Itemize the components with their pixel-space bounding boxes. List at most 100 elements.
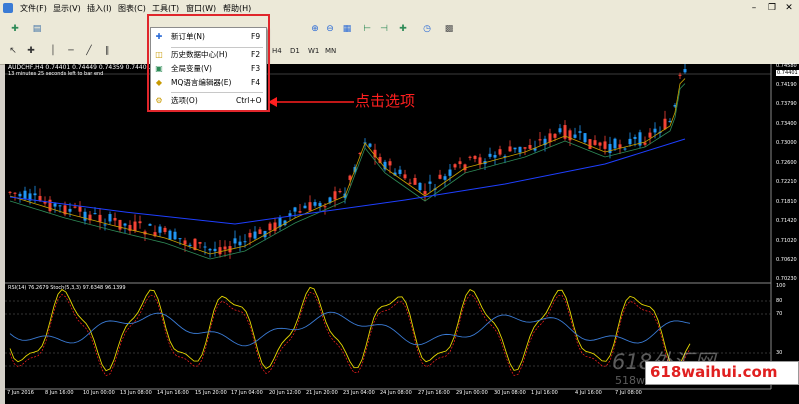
candle <box>33 193 37 196</box>
candle <box>108 214 112 222</box>
candle <box>513 147 517 150</box>
time-tick: 8 Jun 16:00 <box>45 390 74 396</box>
candle <box>548 133 552 143</box>
chart-shift-icon[interactable]: ⊢ <box>360 22 374 36</box>
menu-file[interactable]: 文件(F) <box>20 3 47 14</box>
candle <box>583 133 587 143</box>
price-tick: 0.73400 <box>776 121 797 127</box>
menu-insert[interactable]: 插入(I) <box>87 3 112 14</box>
menu-item-label: 选项(O) <box>171 96 198 105</box>
candle <box>683 69 687 73</box>
candle <box>53 203 57 207</box>
candle <box>173 231 177 240</box>
candle <box>428 181 432 184</box>
candle <box>663 118 667 130</box>
menu-item-shortcut: F2 <box>251 50 261 59</box>
trendline-icon[interactable]: ╱ <box>82 44 96 58</box>
candle <box>623 148 627 150</box>
time-tick: 21 Jun 20:00 <box>306 390 338 396</box>
menu-tools[interactable]: 工具(T) <box>152 3 179 14</box>
candle <box>463 164 467 171</box>
current-price-label: 0.74401 <box>776 70 799 76</box>
candle <box>333 191 337 200</box>
price-tick: 0.70620 <box>776 257 797 263</box>
candle <box>558 128 562 133</box>
candle <box>163 227 167 232</box>
candle <box>103 224 107 226</box>
menu-charts[interactable]: 图表(C) <box>118 3 146 14</box>
tile-windows-icon[interactable]: ▦ <box>340 22 354 36</box>
timeframe-w1[interactable]: W1 <box>306 45 321 57</box>
mid-ma-line <box>9 83 686 260</box>
vertical-line-icon[interactable]: │ <box>46 44 60 58</box>
candle <box>643 142 647 145</box>
price-tick: 0.71420 <box>776 218 797 224</box>
toolbar-row-1: ✚ ▤ ⊕ ⊖ ▦ ⊢ ⊣ ✚ ◷ ▩ <box>0 19 799 39</box>
candle <box>243 241 247 243</box>
candle <box>313 202 317 206</box>
zoom-out-icon[interactable]: ⊖ <box>323 22 337 36</box>
close-icon[interactable]: ✕ <box>783 2 795 14</box>
candle <box>118 219 122 230</box>
candle <box>498 149 502 155</box>
candle <box>98 214 102 222</box>
cursor-icon[interactable]: ↖ <box>6 44 20 58</box>
periods-icon[interactable]: ◷ <box>420 22 434 36</box>
menu-options[interactable]: ⚙ 选项(O) Ctrl+O <box>151 94 266 108</box>
time-tick: 15 Jun 20:00 <box>195 390 227 396</box>
candle <box>218 247 222 255</box>
candle <box>68 208 72 212</box>
menu-item-shortcut: F9 <box>251 32 261 41</box>
candle <box>8 191 12 193</box>
profiles-icon[interactable]: ▤ <box>30 22 44 36</box>
candle <box>448 169 452 176</box>
price-tick: 0.73000 <box>776 140 797 146</box>
bar-timer: 13 minutes 25 seconds left to bar end <box>8 71 104 77</box>
candle <box>13 192 17 194</box>
menu-history-center[interactable]: ◫ 历史数据中心(H) F2 <box>151 48 266 62</box>
new-chart-icon[interactable]: ✚ <box>8 22 22 36</box>
indicator-tick: 80 <box>776 298 783 304</box>
candle <box>233 238 237 244</box>
tools-menu: ✚ 新订单(N) F9 ◫ 历史数据中心(H) F2 ▣ 全局变量(V) F3 … <box>150 27 267 111</box>
menu-new-order[interactable]: ✚ 新订单(N) F9 <box>151 30 266 44</box>
candle <box>628 138 632 145</box>
candle <box>508 146 512 152</box>
crosshair-icon[interactable]: ✚ <box>24 44 38 58</box>
autoscroll-icon[interactable]: ⊣ <box>377 22 391 36</box>
timeframe-d1[interactable]: D1 <box>288 45 302 57</box>
options-icon: ⚙ <box>155 96 163 105</box>
price-tick: 0.71810 <box>776 199 797 205</box>
candle <box>308 202 312 211</box>
templates-icon[interactable]: ▩ <box>442 22 456 36</box>
minimize-icon[interactable]: – <box>748 2 760 14</box>
price-tick: 0.73790 <box>776 101 797 107</box>
candle <box>408 182 412 184</box>
menu-global-variables[interactable]: ▣ 全局变量(V) F3 <box>151 62 266 76</box>
menu-mql-editor[interactable]: ◆ MQ语言编辑器(E) F4 <box>151 76 266 90</box>
candle <box>323 206 327 208</box>
oscillator-group <box>9 286 691 377</box>
horizontal-line-icon[interactable]: ─ <box>64 44 78 58</box>
menu-help[interactable]: 帮助(H) <box>223 3 251 14</box>
candle <box>608 144 612 154</box>
menu-view[interactable]: 显示(V) <box>53 3 81 14</box>
indicators-icon[interactable]: ✚ <box>396 22 410 36</box>
restore-icon[interactable]: ❐ <box>766 2 778 14</box>
timeframe-mn[interactable]: MN <box>323 45 338 57</box>
candle <box>158 226 162 233</box>
toolbar: ✚ ▤ ⊕ ⊖ ▦ ⊢ ⊣ ✚ ◷ ▩ ↖ ✚ │ ─ ╱ ∥ H4 D1 W1… <box>0 19 799 65</box>
candle <box>418 182 422 191</box>
candle <box>488 153 492 157</box>
channel-icon[interactable]: ∥ <box>100 44 114 58</box>
time-tick: 17 Jun 04:00 <box>231 390 263 396</box>
candle <box>618 144 622 148</box>
price-tick: 0.74190 <box>776 82 797 88</box>
timeframe-h4[interactable]: H4 <box>270 45 284 57</box>
zoom-in-icon[interactable]: ⊕ <box>308 22 322 36</box>
history-center-icon: ◫ <box>155 50 163 59</box>
annotation-arrow-icon <box>268 97 354 107</box>
candle <box>268 223 272 231</box>
candle <box>443 176 447 180</box>
menu-window[interactable]: 窗口(W) <box>186 3 216 14</box>
